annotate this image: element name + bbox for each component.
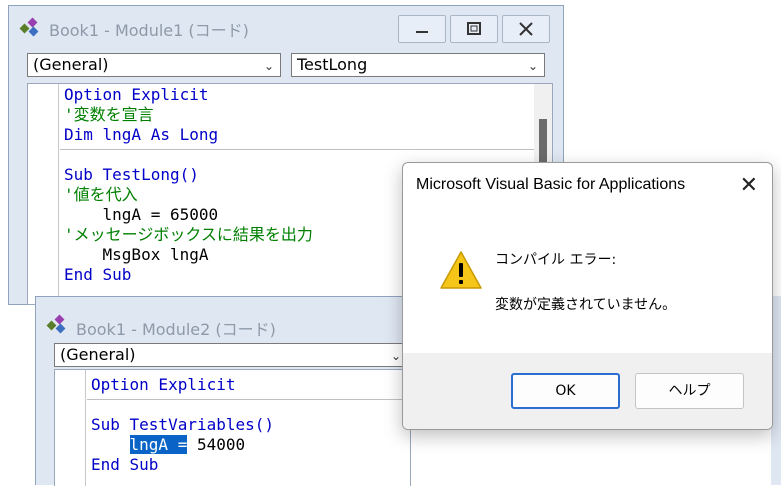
margin-indicator-bar: [36, 84, 59, 304]
close-icon: [519, 22, 533, 36]
procedure-separator: [87, 399, 410, 400]
code-line-selected: lngA = 54000: [91, 435, 245, 455]
dialog-footer: OK ヘルプ: [403, 353, 772, 429]
procedure-separator: [60, 149, 552, 150]
object-combo[interactable]: (General) ⌄: [27, 53, 281, 77]
vba-project-icon: [19, 17, 39, 37]
code-line: 'メッセージボックスに結果を出力: [64, 225, 313, 244]
window2-titlebar[interactable]: Book1 - Module2 (コード): [36, 297, 409, 339]
minimize-icon: [416, 31, 428, 33]
code-line: Option Explicit: [64, 85, 209, 104]
code-line: Option Explicit: [91, 375, 236, 394]
margin-indicator-bar: [63, 370, 86, 486]
window1-titlebar[interactable]: Book1 - Module1 (コード): [9, 6, 563, 48]
code-line: Sub TestVariables(): [91, 415, 275, 434]
code-line: End Sub: [91, 455, 159, 474]
help-button[interactable]: ヘルプ: [635, 373, 744, 409]
code-line: '変数を宣言: [64, 105, 154, 124]
code-editor-module2[interactable]: Option Explicit Sub TestVariables() lngA…: [54, 369, 411, 486]
close-icon[interactable]: ✕: [740, 173, 758, 198]
error-message: 変数が定義されていません。: [495, 297, 677, 313]
vba-project-icon: [46, 314, 66, 334]
warning-icon: [440, 251, 482, 289]
error-heading: コンパイル エラー:: [495, 252, 617, 268]
object-combo-value: (General): [33, 55, 109, 74]
code-line: Dim lngA As Long: [64, 125, 219, 144]
dialog-title: Microsoft Visual Basic for Applications: [416, 176, 686, 193]
restore-button[interactable]: [450, 15, 498, 43]
chevron-down-icon: ⌄: [390, 349, 401, 363]
object-combo[interactable]: (General) ⌄: [54, 343, 408, 367]
code-window-module2: Book1 - Module2 (コード) (General) ⌄ Option…: [35, 296, 411, 486]
window2-title: Book1 - Module2 (コード): [76, 320, 276, 339]
ok-button[interactable]: OK: [511, 373, 620, 409]
code-line: lngA = 65000: [64, 205, 219, 224]
code-line: MsgBox lngA: [64, 245, 209, 264]
procedure-combo[interactable]: TestLong ⌄: [291, 53, 545, 77]
compile-error-dialog: Microsoft Visual Basic for Applications …: [402, 162, 773, 430]
restore-icon: [467, 22, 481, 35]
code-line-rest: 54000: [187, 435, 246, 454]
chevron-down-icon: ⌄: [263, 59, 274, 73]
procedure-combo-value: TestLong: [297, 55, 368, 74]
code-line: '値を代入: [64, 185, 138, 204]
code-line: End Sub: [64, 265, 132, 284]
object-combo-value: (General): [60, 345, 136, 364]
minimize-button[interactable]: [398, 15, 446, 43]
selected-text: lngA =: [129, 435, 188, 454]
chevron-down-icon: ⌄: [527, 59, 538, 73]
window1-title: Book1 - Module1 (コード): [49, 21, 249, 40]
close-button[interactable]: [502, 15, 550, 43]
code-line: Sub TestLong(): [64, 165, 199, 184]
